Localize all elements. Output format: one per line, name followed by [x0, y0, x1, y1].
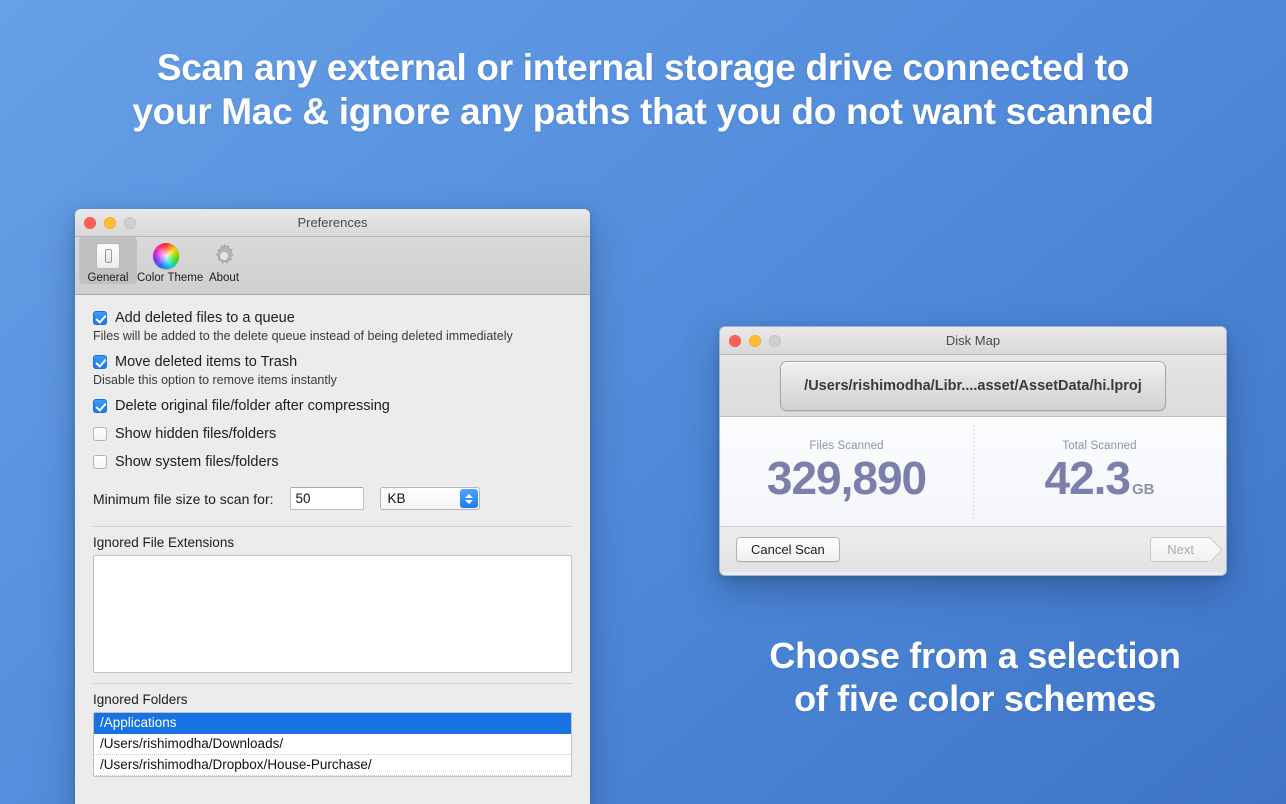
disk-map-window-title: Disk Map [945, 333, 1001, 348]
tab-general-label: General [87, 272, 129, 284]
preferences-body: Add deleted files to a queue Files will … [75, 295, 590, 804]
min-file-size-unit-select[interactable]: KB [379, 487, 480, 510]
stat-files-scanned-number: 329,890 [766, 452, 927, 505]
checkbox-row-delete-original[interactable]: Delete original file/folder after compre… [93, 397, 572, 415]
list-item[interactable]: /Users/rishimodha/Dropbox/House-Purchase… [94, 755, 571, 776]
checkbox-move-to-trash[interactable] [93, 355, 107, 369]
preferences-traffic-lights [84, 217, 136, 229]
ignored-extensions-label: Ignored File Extensions [93, 535, 235, 550]
min-file-size-row: Minimum file size to scan for: 50 KB [93, 487, 572, 510]
list-item[interactable]: /Applications [94, 713, 571, 734]
next-button[interactable]: Next [1150, 537, 1210, 562]
close-button-icon[interactable] [729, 335, 741, 347]
zoom-button-icon[interactable] [124, 217, 136, 229]
preferences-titlebar: Preferences [75, 209, 590, 237]
min-file-size-label: Minimum file size to scan for: [93, 490, 274, 507]
checkbox-row-add-deleted-files[interactable]: Add deleted files to a queue [93, 309, 572, 327]
zoom-button-icon[interactable] [769, 335, 781, 347]
min-file-size-input[interactable]: 50 [289, 487, 364, 510]
disk-map-traffic-lights [729, 335, 781, 347]
disk-map-stats: Files Scanned 329,890 Total Scanned 42.3… [720, 417, 1226, 527]
min-file-size-unit-value: KB [387, 491, 406, 506]
stat-files-scanned-value: 329,890 [766, 452, 927, 505]
stat-total-scanned-value: 42.3 GB [1044, 452, 1155, 505]
headline-top-line-1: Scan any external or internal storage dr… [156, 47, 1130, 88]
ignored-extensions-list[interactable] [93, 555, 572, 673]
tab-general[interactable]: General [79, 237, 137, 284]
headline-bottom-line-2: of five color schemes [794, 678, 1156, 720]
ignored-folders-label: Ignored Folders [93, 692, 188, 707]
preferences-window: Preferences General Color Theme About Ad… [75, 209, 590, 804]
tab-color-theme[interactable]: Color Theme [137, 237, 204, 284]
stat-total-scanned-number: 42.3 [1044, 452, 1131, 505]
minimize-button-icon[interactable] [749, 335, 761, 347]
stat-total-scanned: Total Scanned 42.3 GB [973, 417, 1226, 526]
checkbox-add-deleted-files-label: Add deleted files to a queue [115, 310, 295, 326]
checkbox-delete-original[interactable] [93, 399, 107, 413]
disk-map-footer: Cancel Scan Next [720, 527, 1226, 572]
checkbox-row-move-to-trash[interactable]: Move deleted items to Trash [93, 353, 572, 371]
color-wheel-icon [137, 241, 195, 271]
light-switch-icon [79, 241, 137, 271]
tab-color-theme-label: Color Theme [137, 272, 204, 284]
current-path-button[interactable]: /Users/rishimodha/Libr....asset/AssetDat… [780, 360, 1166, 411]
checkbox-show-system[interactable] [93, 455, 107, 469]
tab-about-label: About [208, 272, 240, 284]
disk-map-titlebar: Disk Map [720, 327, 1226, 355]
note-add-deleted-files: Files will be added to the delete queue … [93, 329, 513, 343]
ignored-folders-list[interactable]: /Applications /Users/rishimodha/Download… [93, 712, 572, 777]
disk-map-path-area: /Users/rishimodha/Libr....asset/AssetDat… [720, 355, 1226, 417]
cancel-scan-button[interactable]: Cancel Scan [736, 537, 840, 562]
disk-map-window: Disk Map /Users/rishimodha/Libr....asset… [719, 326, 1227, 576]
stat-total-scanned-unit: GB [1132, 481, 1155, 499]
headline-top: Scan any external or internal storage dr… [0, 46, 1286, 133]
preferences-window-title: Preferences [297, 215, 368, 230]
checkbox-show-system-label: Show system files/folders [115, 454, 279, 470]
divider-folders [93, 683, 572, 684]
checkbox-add-deleted-files[interactable] [93, 311, 107, 325]
headline-bottom: Choose from a selection of five color sc… [720, 634, 1230, 720]
gear-icon [195, 241, 253, 271]
stat-files-scanned: Files Scanned 329,890 [720, 417, 973, 526]
preferences-toolbar: General Color Theme About [75, 237, 590, 295]
checkbox-delete-original-label: Delete original file/folder after compre… [115, 398, 390, 414]
stat-total-scanned-title: Total Scanned [1062, 440, 1137, 453]
close-button-icon[interactable] [84, 217, 96, 229]
checkbox-row-show-system[interactable]: Show system files/folders [93, 453, 572, 471]
minimize-button-icon[interactable] [104, 217, 116, 229]
headline-top-line-2: your Mac & ignore any paths that you do … [132, 90, 1154, 132]
checkbox-move-to-trash-label: Move deleted items to Trash [115, 354, 298, 370]
stat-files-scanned-title: Files Scanned [809, 440, 884, 453]
stepper-icon[interactable] [459, 489, 478, 508]
checkbox-row-show-hidden[interactable]: Show hidden files/folders [93, 425, 572, 443]
divider-extensions [93, 526, 572, 527]
tab-about[interactable]: About [195, 237, 253, 284]
checkbox-show-hidden-label: Show hidden files/folders [115, 426, 277, 442]
checkbox-show-hidden[interactable] [93, 427, 107, 441]
headline-bottom-line-1: Choose from a selection [769, 635, 1181, 676]
list-item[interactable]: /Users/rishimodha/Downloads/ [94, 734, 571, 755]
note-move-to-trash: Disable this option to remove items inst… [93, 373, 337, 387]
